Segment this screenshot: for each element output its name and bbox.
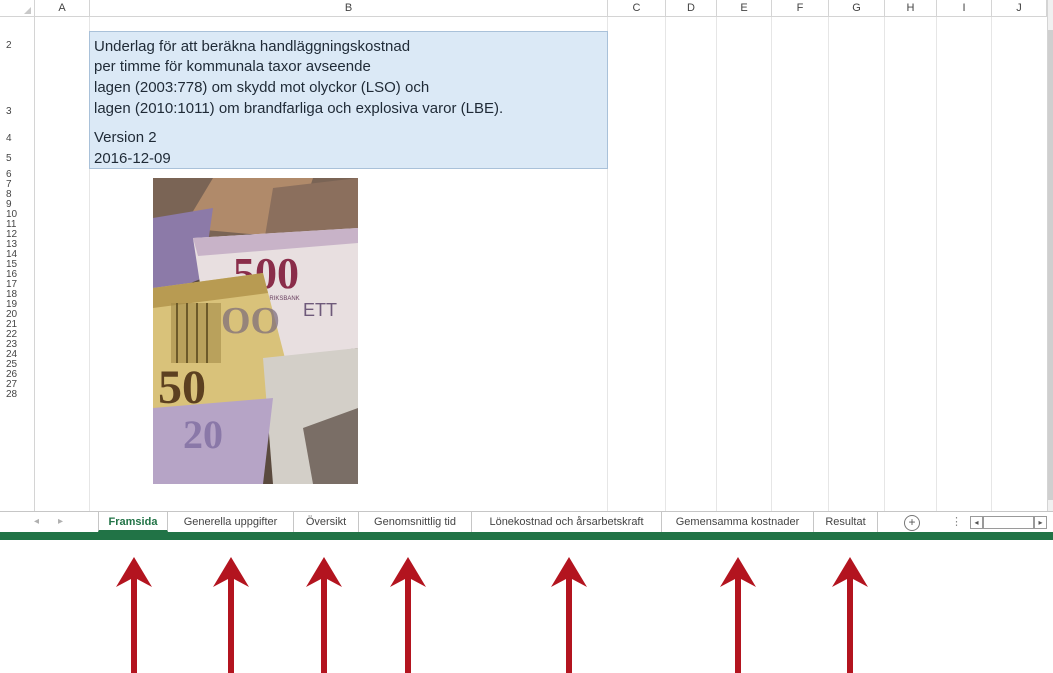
column-header-c[interactable]: C xyxy=(608,0,666,16)
date-label: 2016-12-09 xyxy=(94,150,171,167)
column-header-bar: A B C D E F G H I J xyxy=(0,0,1047,17)
scroll-left-icon[interactable]: ◂ xyxy=(970,516,983,529)
column-header-e[interactable]: E xyxy=(717,0,772,16)
intro-line-4: lagen (2010:1011) om brandfarliga och ex… xyxy=(94,100,504,117)
intro-text-cell[interactable]: Underlag för att beräkna handläggningsko… xyxy=(89,31,608,169)
tab-resultat[interactable]: Resultat xyxy=(814,512,878,532)
vertical-scroll-thumb[interactable] xyxy=(1048,30,1053,500)
column-header-f[interactable]: F xyxy=(772,0,829,16)
arrow-up-icon xyxy=(551,557,587,673)
horizontal-scrollbar[interactable]: ◂ ▸ xyxy=(970,516,1047,529)
arrow-up-icon xyxy=(390,557,426,673)
intro-line-3: lagen (2003:778) om skydd mot olyckor (L… xyxy=(94,79,430,96)
banknotes-image[interactable]: 500 SVERIGES RIKSBANK ETT OO 50 20 xyxy=(153,178,358,484)
tab-lonekostnad-och-arsarbetskraft[interactable]: Lönekostnad och årsarbetskraft xyxy=(472,512,662,532)
intro-line-2: per timme för kommunala taxor avseende xyxy=(94,58,371,75)
add-sheet-icon[interactable]: + xyxy=(904,515,920,531)
status-bar xyxy=(0,532,1053,540)
row-header-bar: 2 3 4 5 6 7 8 9 10 11 12 13 14 15 16 17 … xyxy=(0,17,35,511)
row-header-4[interactable]: 4 xyxy=(0,134,34,144)
row-header-5[interactable]: 5 xyxy=(0,154,34,164)
row-header-28[interactable]: 28 xyxy=(0,390,34,400)
svg-text:ETT: ETT xyxy=(303,300,337,320)
sheet-tab-bar: ◂ ▸ Framsida Generella uppgifter Översik… xyxy=(0,511,1053,533)
row-header-2[interactable]: 2 xyxy=(0,41,34,51)
column-header-d[interactable]: D xyxy=(666,0,717,16)
column-header-b[interactable]: B xyxy=(90,0,608,16)
horizontal-scroll-track[interactable] xyxy=(983,516,1034,529)
column-header-h[interactable]: H xyxy=(885,0,937,16)
tab-split-handle-icon[interactable]: ⋮ xyxy=(951,515,962,528)
arrow-up-icon xyxy=(832,557,868,673)
scroll-right-icon[interactable]: ▸ xyxy=(1034,516,1047,529)
tab-framsida[interactable]: Framsida xyxy=(98,512,168,532)
svg-text:20: 20 xyxy=(183,412,223,457)
tab-genomsnittlig-tid[interactable]: Genomsnittlig tid xyxy=(359,512,472,532)
arrow-up-icon xyxy=(213,557,249,673)
column-header-i[interactable]: I xyxy=(937,0,992,16)
select-all-corner[interactable] xyxy=(0,0,35,16)
column-header-j[interactable]: J xyxy=(992,0,1047,16)
version-label: Version 2 xyxy=(94,129,157,146)
column-header-a[interactable]: A xyxy=(35,0,90,16)
arrow-up-icon xyxy=(306,557,342,673)
banknotes-illustration: 500 SVERIGES RIKSBANK ETT OO 50 20 xyxy=(153,178,358,484)
tab-generella-uppgifter[interactable]: Generella uppgifter xyxy=(168,512,294,532)
intro-line-1: Underlag för att beräkna handläggningsko… xyxy=(94,38,411,55)
arrow-up-icon xyxy=(116,557,152,673)
tab-gemensamma-kostnader[interactable]: Gemensamma kostnader xyxy=(662,512,814,532)
tab-scroll-next-icon[interactable]: ▸ xyxy=(58,516,63,527)
arrow-up-icon xyxy=(720,557,756,673)
tab-scroll-prev-icon[interactable]: ◂ xyxy=(34,516,39,527)
column-header-g[interactable]: G xyxy=(829,0,885,16)
tab-oversikt[interactable]: Översikt xyxy=(294,512,359,532)
vertical-scrollbar[interactable] xyxy=(1047,0,1053,511)
svg-text:OO: OO xyxy=(221,300,280,342)
row-header-3[interactable]: 3 xyxy=(0,107,34,117)
